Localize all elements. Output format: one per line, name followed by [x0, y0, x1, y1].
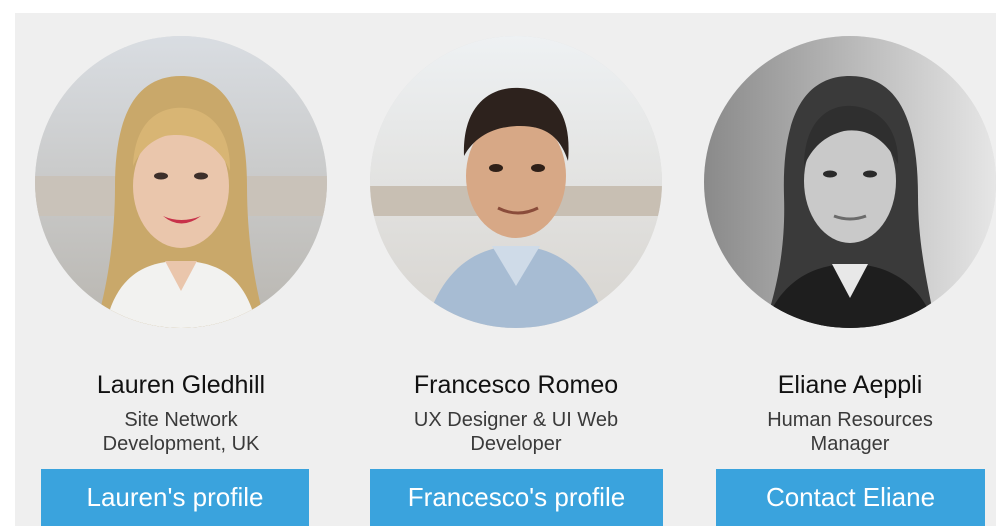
portrait-eliane-image [704, 36, 996, 328]
member-role: Human Resources Manager [684, 408, 996, 456]
member-role-line-2: Manager [810, 433, 890, 455]
member-role-line-2: Developer [470, 433, 562, 455]
avatar-eliane [704, 36, 996, 328]
member-role: Site Network Development, UK [15, 408, 347, 456]
member-role-line-1: Site Network [124, 409, 238, 431]
portrait-lauren-image [35, 36, 327, 328]
member-role-line-1: UX Designer & UI Web [413, 409, 619, 431]
member-name: Francesco Romeo [413, 371, 619, 399]
member-role: UX Designer & UI Web Developer [350, 408, 682, 456]
contact-eliane-button[interactable]: Contact Eliane [716, 469, 985, 526]
member-role-line-2: Development, UK [102, 433, 260, 455]
member-role-line-1: Human Resources [767, 409, 933, 431]
member-name: Eliane Aeppli [777, 371, 923, 399]
team-card-francesco: Francesco Romeo UX Designer & UI Web Dev… [350, 13, 663, 526]
team-card-lauren: Lauren Gledhill Site Network Development… [15, 13, 327, 526]
francesco-profile-button[interactable]: Francesco's profile [370, 469, 663, 526]
team-panel: Lauren Gledhill Site Network Development… [15, 13, 996, 526]
avatar-francesco [370, 36, 662, 328]
member-name: Lauren Gledhill [96, 371, 266, 399]
team-card-eliane: Eliane Aeppli Human Resources Manager Co… [684, 13, 996, 526]
lauren-profile-button[interactable]: Lauren's profile [41, 469, 309, 526]
avatar-lauren [35, 36, 327, 328]
portrait-francesco-image [370, 36, 662, 328]
